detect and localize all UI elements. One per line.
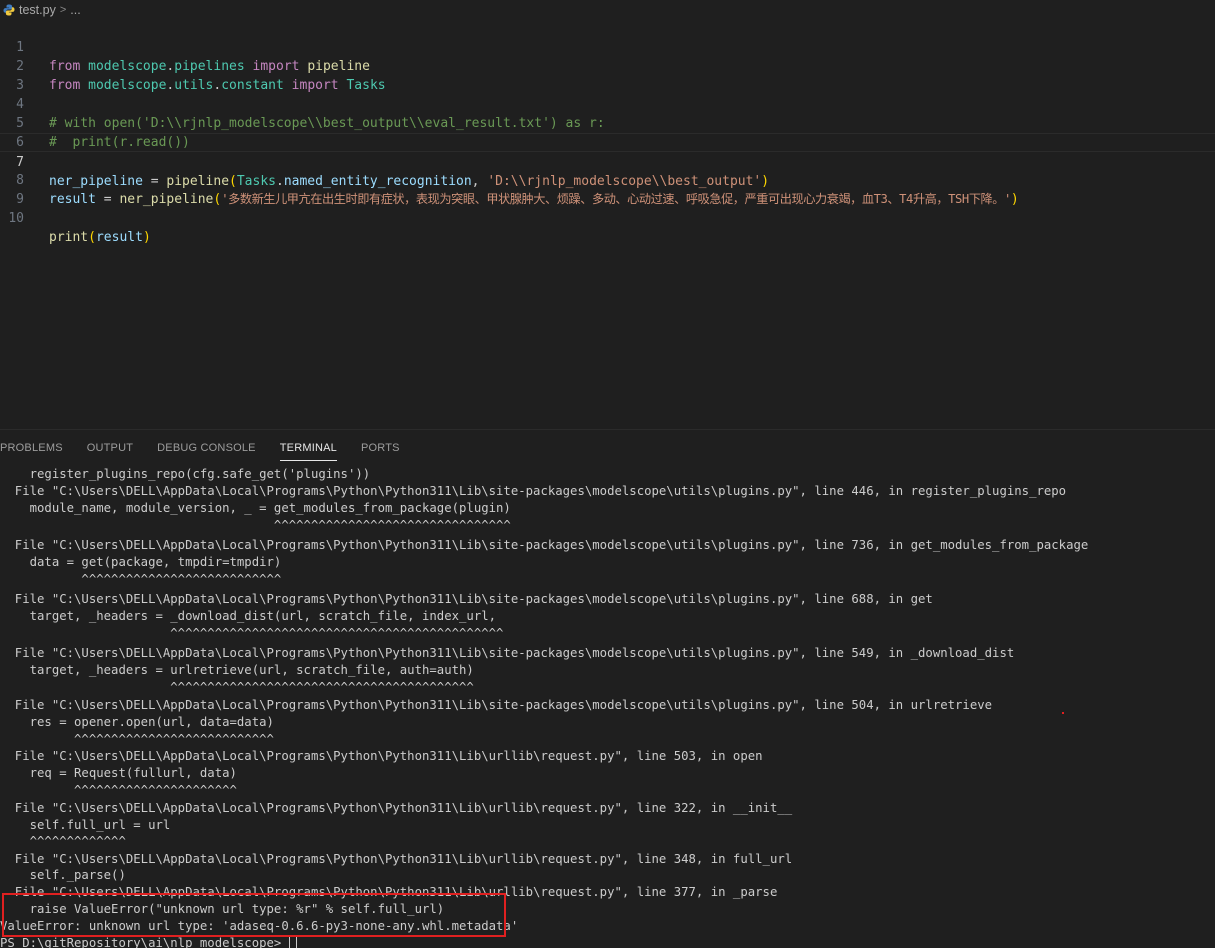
terminal-line: File "C:\Users\DELL\AppData\Local\Progra…	[0, 748, 763, 765]
terminal-line-text: ^^^^^^^^^^^^^	[0, 834, 126, 848]
breadcrumb: test.py > ...	[0, 0, 1215, 19]
terminal-line: ^^^^^^^^^^^^^	[0, 833, 126, 850]
tab-ports[interactable]: PORTS	[361, 437, 400, 461]
terminal-line-text: target, _headers = _download_dist(url, s…	[0, 609, 497, 623]
terminal-line-text: ^^^^^^^^^^^^^^^^^^^^^^^^^^^	[0, 732, 274, 746]
terminal-line: ^^^^^^^^^^^^^^^^^^^^^^^^^^^^^^^^	[0, 517, 511, 534]
terminal-line-text: res = opener.open(url, data=data)	[0, 715, 274, 729]
tab-debug-console[interactable]: DEBUG CONSOLE	[157, 437, 256, 461]
code-line-4: 4 # with open('D:\\rjnlp_modelscope\\bes…	[0, 76, 1215, 131]
terminal-line: File "C:\Users\DELL\AppData\Local\Progra…	[0, 851, 792, 868]
code-line-5: 5 # print(r.read())	[0, 95, 1215, 150]
terminal-line-text: File "C:\Users\DELL\AppData\Local\Progra…	[0, 538, 1089, 552]
code-line-9: 9	[0, 171, 1215, 207]
terminal-line: req = Request(fullurl, data)	[0, 765, 237, 782]
terminal-line: File "C:\Users\DELL\AppData\Local\Progra…	[0, 645, 1014, 662]
prompt-text: PS D:\gitRepository\ai\nlp_modelscope>	[0, 936, 289, 948]
terminal-line-text: ^^^^^^^^^^^^^^^^^^^^^^^^^^^^^^^^^^^^^^^^…	[0, 680, 474, 694]
terminal-line: self._parse()	[0, 867, 126, 884]
terminal-line: module_name, module_version, _ = get_mod…	[0, 500, 511, 517]
terminal-line-text: File "C:\Users\DELL\AppData\Local\Progra…	[0, 484, 1067, 498]
argument: result	[95, 230, 143, 245]
terminal-line: self.full_url = url	[0, 817, 171, 834]
terminal-line: File "C:\Users\DELL\AppData\Local\Progra…	[0, 537, 1089, 554]
terminal-line: ^^^^^^^^^^^^^^^^^^^^^^^^^^^	[0, 571, 281, 588]
bracket: )	[142, 230, 151, 245]
terminal-line-text: ^^^^^^^^^^^^^^^^^^^^^^^^^^^^^^^^^^^^^^^^…	[0, 626, 504, 640]
breadcrumb-file[interactable]: test.py	[19, 3, 56, 17]
code-line-10: 10 print(result)	[0, 190, 1215, 245]
terminal-line-text: File "C:\Users\DELL\AppData\Local\Progra…	[0, 801, 793, 815]
terminal-line-text: data = get(package, tmpdir=tmpdir)	[0, 555, 282, 569]
code-line-7: 7 ner_pipeline = pipeline(Tasks.named_en…	[0, 133, 1215, 189]
terminal-line: ^^^^^^^^^^^^^^^^^^^^^^^^^^^	[0, 731, 274, 748]
breadcrumb-separator: >	[59, 3, 67, 16]
tab-terminal[interactable]: TERMINAL	[279, 437, 338, 461]
annotation-mark	[1062, 712, 1064, 714]
terminal-line-text: self._parse()	[0, 868, 126, 882]
terminal-line: File "C:\Users\DELL\AppData\Local\Progra…	[0, 483, 1066, 500]
terminal-line-text: File "C:\Users\DELL\AppData\Local\Progra…	[0, 749, 763, 763]
breadcrumb-symbol[interactable]: ...	[70, 3, 80, 17]
terminal-line-text: ^^^^^^^^^^^^^^^^^^^^^^^^^^^^^^^^	[0, 518, 511, 532]
terminal-line: ^^^^^^^^^^^^^^^^^^^^^^^^^^^^^^^^^^^^^^^^…	[0, 625, 503, 642]
terminal-line-text: File "C:\Users\DELL\AppData\Local\Progra…	[0, 592, 933, 606]
terminal-line: ^^^^^^^^^^^^^^^^^^^^^^	[0, 782, 237, 799]
terminal-output[interactable]: register_plugins_repo(cfg.safe_get('plug…	[0, 466, 1215, 948]
error-highlight-box	[2, 893, 506, 937]
terminal-line: File "C:\Users\DELL\AppData\Local\Progra…	[0, 697, 992, 714]
terminal-line-text: req = Request(fullurl, data)	[0, 766, 237, 780]
terminal-line-text: module_name, module_version, _ = get_mod…	[0, 501, 511, 515]
tab-problems[interactable]: PROBLEMS	[0, 437, 63, 461]
terminal-line-text: File "C:\Users\DELL\AppData\Local\Progra…	[0, 852, 793, 866]
panel-divider[interactable]	[0, 429, 1215, 430]
terminal-line-text: register_plugins_repo(cfg.safe_get('plug…	[0, 467, 371, 481]
function-name: print	[49, 230, 89, 245]
terminal-line-text: File "C:\Users\DELL\AppData\Local\Progra…	[0, 646, 1015, 660]
terminal-line-text: ^^^^^^^^^^^^^^^^^^^^^^	[0, 783, 237, 797]
terminal-line: File "C:\Users\DELL\AppData\Local\Progra…	[0, 800, 792, 817]
terminal-line: data = get(package, tmpdir=tmpdir)	[0, 554, 282, 571]
line-number: 10	[8, 211, 24, 226]
python-file-icon	[3, 4, 15, 16]
tab-output[interactable]: OUTPUT	[87, 437, 133, 461]
code-line-8: 8 result = ner_pipeline('多数新生儿甲亢在出生时即有症状…	[0, 152, 1215, 207]
terminal-line-text: File "C:\Users\DELL\AppData\Local\Progra…	[0, 698, 993, 712]
terminal-line: target, _headers = _download_dist(url, s…	[0, 608, 496, 625]
terminal-line-text: target, _headers = urlretrieve(url, scra…	[0, 663, 474, 677]
terminal-line-text: self.full_url = url	[0, 818, 171, 832]
terminal-line: res = opener.open(url, data=data)	[0, 714, 274, 731]
code-line-6: 6	[0, 114, 1215, 150]
terminal-line: File "C:\Users\DELL\AppData\Local\Progra…	[0, 591, 933, 608]
code-line-1: 1 from modelscope.pipelines import pipel…	[0, 19, 1215, 74]
code-line-2: 2 from modelscope.utils.constant import …	[0, 38, 1215, 93]
terminal-line: register_plugins_repo(cfg.safe_get('plug…	[0, 466, 371, 483]
bracket: (	[88, 230, 96, 245]
code-line-3: 3	[0, 57, 1215, 93]
terminal-line-text: ^^^^^^^^^^^^^^^^^^^^^^^^^^^	[0, 572, 282, 586]
terminal-line: ^^^^^^^^^^^^^^^^^^^^^^^^^^^^^^^^^^^^^^^^…	[0, 679, 474, 696]
code-editor[interactable]: 1 from modelscope.pipelines import pipel…	[0, 19, 1215, 429]
panel-tabs: PROBLEMS OUTPUT DEBUG CONSOLE TERMINAL P…	[0, 437, 424, 461]
terminal-line: target, _headers = urlretrieve(url, scra…	[0, 662, 474, 679]
